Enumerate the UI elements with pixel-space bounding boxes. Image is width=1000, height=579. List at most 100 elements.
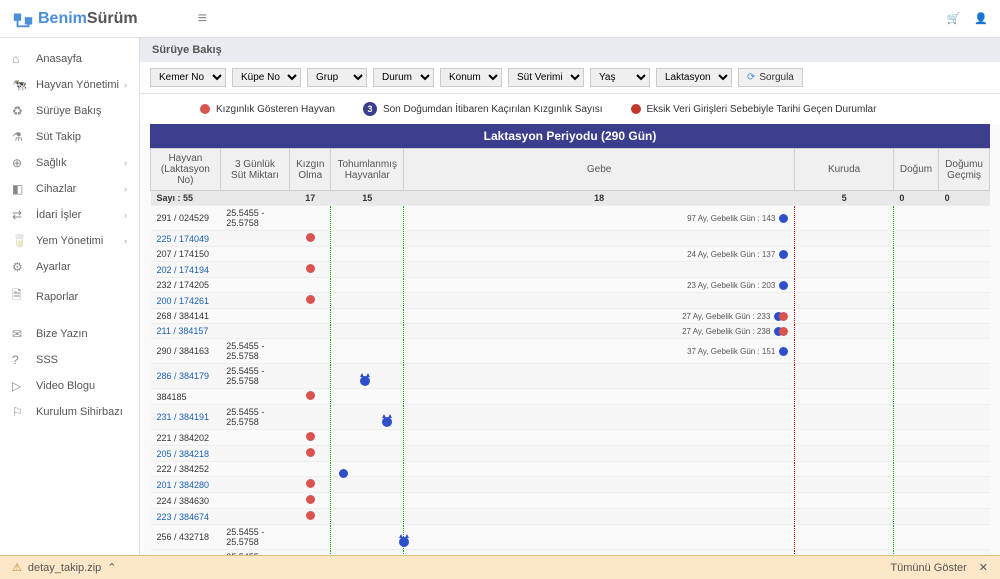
overdue-icon — [779, 327, 788, 336]
table-row: 201 / 384280 — [151, 477, 990, 493]
cart-icon[interactable]: 🛒 — [947, 12, 961, 25]
filter-select[interactable]: Konum — [440, 68, 502, 87]
animal-link[interactable]: 286 / 384179 — [157, 371, 210, 381]
filter-dropdown[interactable]: Kemer No — [150, 68, 226, 87]
animal-link[interactable]: 201 / 384280 — [157, 480, 210, 490]
red-dot-icon — [200, 104, 210, 114]
col-kuruda[interactable]: Kuruda — [795, 149, 894, 191]
sidebar-item[interactable]: 🥛Yem Yönetimi› — [0, 228, 139, 254]
preg-marker-icon — [779, 250, 788, 259]
milk-3day — [220, 509, 289, 525]
sidebar-item[interactable]: ♻Sürüye Bakış — [0, 98, 139, 124]
legend-heat: Kızgınlık Gösteren Hayvan — [200, 104, 335, 115]
sidebar-item[interactable]: ⚙ Ayarlar — [0, 254, 139, 280]
sidebar-item[interactable]: ? SSS — [0, 347, 139, 373]
sidebar-label: Ayarlar — [36, 261, 71, 273]
filter-select[interactable]: Durum — [373, 68, 434, 87]
table-row: 222 / 384252 — [151, 462, 990, 477]
filter-dropdown[interactable]: Yaş — [590, 68, 650, 87]
sidebar-item[interactable]: ⚗Süt Takip — [0, 124, 139, 150]
animal-id: 224 / 384630 — [157, 496, 210, 506]
col-dogumg[interactable]: Doğumu Geçmiş — [939, 149, 990, 191]
filter-dropdown[interactable]: Süt Verimi — [508, 68, 584, 87]
sidebar-label: Cihazlar — [36, 183, 76, 195]
milk-3day — [220, 446, 289, 462]
filter-select[interactable]: Grup — [307, 68, 367, 87]
filter-select[interactable]: Süt Verimi — [508, 68, 584, 87]
brand-1: Benim — [38, 10, 87, 28]
animal-link[interactable]: 200 / 174261 — [157, 296, 210, 306]
preg-label: 27 Ay, Gebelik Gün : 238 — [410, 327, 774, 336]
sidebar-label: Sürüye Bakış — [36, 105, 101, 117]
filter-dropdown[interactable]: Durum — [373, 68, 434, 87]
hamburger-icon[interactable]: ≡ — [198, 10, 207, 28]
filter-select[interactable]: Küpe No — [232, 68, 301, 87]
milk-3day — [220, 324, 289, 339]
sidebar-item[interactable]: ⚐Kurulum Sihirbazı — [0, 399, 139, 425]
sidebar-item[interactable]: ⇄ İdari İşler › — [0, 202, 139, 228]
sidebar-icon: ▷ — [12, 379, 28, 393]
col-3g[interactable]: 3 Günlük Süt Miktarı — [220, 149, 289, 191]
sidebar-icon: ⊕ — [12, 156, 28, 170]
milk-3day — [220, 493, 289, 509]
table-row: 211 / 384157 27 Ay, Gebelik Gün : 238 — [151, 324, 990, 339]
warning-icon: ⚠ — [12, 561, 22, 574]
preg-label: 37 Ay, Gebelik Gün : 151 — [410, 347, 779, 356]
animal-link[interactable]: 211 / 384157 — [157, 326, 209, 336]
animal-link[interactable]: 205 / 384218 — [157, 449, 210, 459]
sidebar-item[interactable]: ⌂Anasayfa — [0, 46, 139, 72]
preg-marker-icon — [779, 347, 788, 356]
chevron-right-icon: › — [124, 210, 127, 220]
refresh-icon: ⟳ — [747, 72, 755, 83]
animal-link[interactable]: 223 / 384674 — [157, 512, 210, 522]
filter-select[interactable]: Yaş — [590, 68, 650, 87]
sidebar-icon: ⚙ — [12, 260, 28, 274]
table-row: 291 / 02452925.5455 - 25.575897 Ay, Gebe… — [151, 206, 990, 231]
heat-marker-icon — [306, 264, 315, 273]
legend: Kızgınlık Gösteren Hayvan 3Son Doğumdan … — [140, 94, 1000, 124]
heat-marker-icon — [306, 432, 315, 441]
download-chevron-icon[interactable]: ⌃ — [107, 561, 116, 574]
sidebar-item[interactable]: ⊕Sağlık› — [0, 150, 139, 176]
query-button[interactable]: ⟳Sorgula — [738, 68, 803, 87]
sidebar-item[interactable]: ✉Bize Yazın — [0, 321, 139, 347]
close-icon[interactable]: ✕ — [979, 561, 988, 574]
table-row: 231 / 38419125.5455 - 25.5758 — [151, 405, 990, 430]
sidebar-item[interactable]: 🐄Hayvan Yönetimi› — [0, 72, 139, 98]
filter-dropdown[interactable]: Küpe No — [232, 68, 301, 87]
milk-3day — [220, 247, 289, 262]
sidebar-item[interactable]: ◧Cihazlar› — [0, 176, 139, 202]
sidebar-icon: ✉ — [12, 327, 28, 341]
download-file[interactable]: detay_takip.zip — [28, 562, 101, 574]
sidebar-label: İdari İşler — [36, 209, 81, 221]
filter-select[interactable]: Laktasyon — [656, 68, 732, 87]
redfill-dot-icon — [631, 104, 641, 114]
milk-3day — [220, 309, 289, 324]
col-dogum[interactable]: Doğum — [893, 149, 938, 191]
filter-select[interactable]: Kemer No — [150, 68, 226, 87]
lactation-grid: Hayvan (Laktasyon No) 3 Günlük Süt Mikta… — [150, 148, 990, 555]
col-tohum[interactable]: Tohumlanmış Hayvanlar — [331, 149, 403, 191]
animal-link[interactable]: 225 / 174049 — [157, 234, 210, 244]
filter-dropdown[interactable]: Konum — [440, 68, 502, 87]
table-row: 286 / 38417925.5455 - 25.5758 — [151, 364, 990, 389]
milk-3day — [220, 477, 289, 493]
filter-dropdown[interactable]: Grup — [307, 68, 367, 87]
filter-dropdown[interactable]: Laktasyon — [656, 68, 732, 87]
sidebar-icon: ⇄ — [12, 208, 28, 222]
col-kizgin[interactable]: Kızgın Olma — [290, 149, 331, 191]
sidebar-item[interactable]: ▷Video Blogu — [0, 373, 139, 399]
sidebar-icon: ? — [12, 353, 28, 367]
col-gebe[interactable]: Gebe — [403, 149, 794, 191]
animal-link[interactable]: 231 / 384191 — [157, 412, 210, 422]
chevron-right-icon: › — [124, 184, 127, 194]
sidebar-item[interactable]: 🗎Raporlar — [0, 280, 139, 313]
table-row: 200 / 174261 — [151, 293, 990, 309]
user-icon[interactable]: 👤 — [974, 12, 988, 25]
animal-link[interactable]: 202 / 174194 — [157, 265, 210, 275]
milk-3day — [220, 262, 289, 278]
show-all-link[interactable]: Tümünü Göster — [890, 562, 966, 574]
col-hayvan[interactable]: Hayvan (Laktasyon No) — [151, 149, 221, 191]
sidebar-icon: 🐄 — [12, 78, 28, 92]
sidebar-label: SSS — [36, 354, 58, 366]
